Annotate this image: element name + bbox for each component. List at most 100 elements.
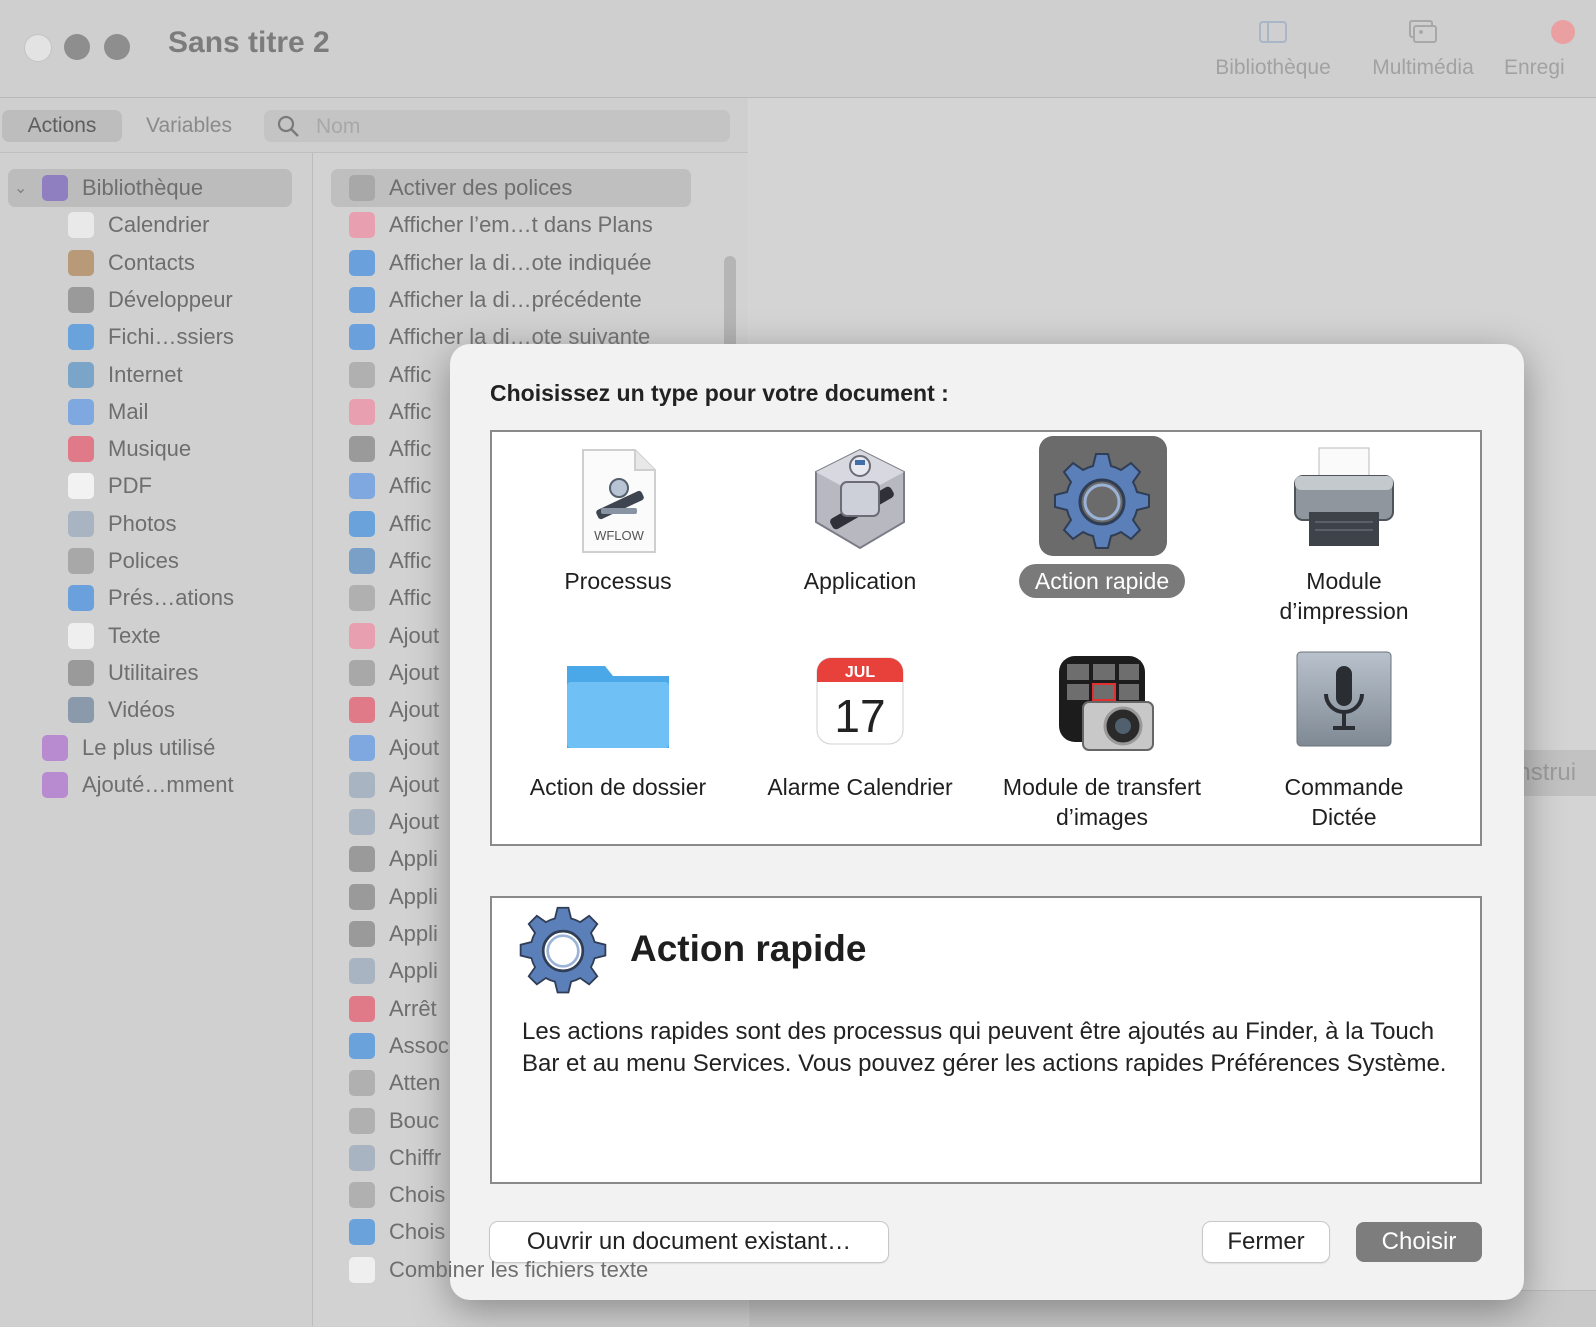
toolbar-record-button[interactable]: Enregi: [1500, 18, 1596, 80]
type-alarme-calendrier[interactable]: JUL 17 Alarme Calendrier: [737, 638, 983, 838]
library-item[interactable]: Vidéos: [0, 691, 312, 727]
library-item-label: Musique: [108, 436, 192, 462]
action-item[interactable]: Afficher la di…précédente: [313, 281, 743, 317]
contacts-icon: [68, 249, 94, 276]
description-box: Action rapide Les actions rapides sont d…: [490, 896, 1482, 1184]
action-item-label: Ajout: [389, 622, 440, 648]
type-label: Alarme Calendrier: [767, 774, 953, 800]
library-item-label: Fichi…ssiers: [108, 324, 234, 350]
library-item[interactable]: Mail: [0, 393, 312, 429]
library-item[interactable]: Utilitaires: [0, 654, 312, 690]
folder-icon: [567, 666, 669, 748]
library-item[interactable]: Fichi…ssiers: [0, 318, 312, 354]
action-icon: [349, 697, 375, 724]
action-item-label: Afficher l’em…t dans Plans: [389, 212, 653, 238]
type-commande-dictee[interactable]: Commande Dictée: [1221, 638, 1467, 838]
library-item-label: Contacts: [108, 249, 195, 275]
library-item[interactable]: PDF: [0, 467, 312, 503]
calendar-day: 17: [834, 690, 885, 742]
developer-icon: [68, 286, 94, 313]
library-item[interactable]: Contacts: [0, 244, 312, 280]
library-item[interactable]: Le plus utilisé: [0, 729, 312, 765]
action-icon: [349, 175, 375, 201]
document-type-sheet: Choisissez un type pour votre document :…: [450, 344, 1524, 1300]
library-item-label: Photos: [108, 510, 177, 536]
library-item[interactable]: Texte: [0, 617, 312, 653]
action-item[interactable]: Afficher l’em…t dans Plans: [313, 206, 743, 242]
type-label: Action de dossier: [529, 774, 707, 800]
action-icon: [349, 921, 375, 947]
tab-actions[interactable]: Actions: [2, 110, 122, 142]
library-item[interactable]: ⌄ Bibliothèque: [0, 169, 312, 207]
library-item-label: Vidéos: [108, 697, 175, 723]
action-item-label: Affic: [389, 585, 432, 611]
type-action-dossier[interactable]: Action de dossier: [495, 638, 741, 838]
library-item-label: Texte: [108, 622, 161, 648]
library-item[interactable]: Ajouté…mment: [0, 766, 312, 802]
finder-icon: [68, 324, 94, 351]
library-item[interactable]: Photos: [0, 505, 312, 541]
sidebar-icon: [1259, 21, 1287, 43]
action-item-label: Affic: [389, 361, 432, 387]
toolbar-media-label: Multimédia: [1372, 56, 1474, 79]
action-icon: [349, 1219, 375, 1246]
action-icon: [349, 1256, 375, 1283]
type-action-rapide[interactable]: Action rapide: [979, 432, 1225, 632]
type-label: Application: [803, 568, 917, 594]
utilities-icon: [68, 659, 94, 686]
library-item[interactable]: Musique: [0, 430, 312, 466]
library-item[interactable]: Prés…ations: [0, 579, 312, 615]
library-item-label: Développeur: [108, 286, 233, 312]
automator-robot-icon: [815, 448, 905, 550]
smart-folder-icon: [42, 771, 68, 798]
description-body: Les actions rapides sont des processus q…: [522, 1018, 1447, 1077]
type-label: Processus: [564, 568, 672, 594]
minimize-window-button[interactable]: [64, 34, 90, 60]
library-item-label: Internet: [108, 361, 183, 387]
close-button[interactable]: Fermer: [1203, 1222, 1329, 1262]
library-item-label: PDF: [108, 473, 152, 499]
action-icon: [349, 510, 375, 537]
library-item-label: Calendrier: [108, 212, 210, 238]
action-item[interactable]: Activer des polices: [313, 169, 743, 207]
action-icon: [349, 958, 375, 985]
action-item-label: Bouc: [389, 1107, 440, 1133]
toolbar-media-button[interactable]: Multimédia: [1348, 18, 1498, 80]
close-window-button[interactable]: [24, 34, 52, 62]
type-processus[interactable]: WFLOW Processus: [495, 432, 741, 632]
action-icon: [349, 622, 375, 649]
keynote-icon: [68, 585, 94, 612]
text-icon: [68, 622, 94, 649]
zoom-window-button[interactable]: [104, 34, 130, 60]
action-icon: [349, 734, 375, 761]
toolbar-library-label: Bibliothèque: [1215, 56, 1331, 79]
choose-button[interactable]: Choisir: [1356, 1222, 1482, 1262]
action-item-label: Appli: [389, 958, 438, 984]
search-input[interactable]: [314, 112, 718, 142]
action-icon: [349, 324, 375, 351]
action-icon: [349, 883, 375, 910]
action-icon: [349, 846, 375, 873]
action-icon: [349, 1144, 375, 1171]
toolbar-library-button[interactable]: Bibliothèque: [1198, 18, 1348, 80]
tab-variables[interactable]: Variables: [134, 110, 244, 142]
library-item[interactable]: Polices: [0, 542, 312, 578]
action-item-label: Arrêt: [389, 995, 437, 1021]
type-transfert-images[interactable]: Module de transfert d’images: [979, 638, 1225, 838]
fonts-icon: [68, 548, 94, 574]
smart-folder-icon: [42, 734, 68, 761]
library-item[interactable]: Calendrier: [0, 206, 312, 242]
type-application[interactable]: Application: [737, 432, 983, 632]
library-item[interactable]: Internet: [0, 356, 312, 392]
search-field[interactable]: [264, 110, 730, 142]
videos-icon: [68, 697, 94, 724]
library-list[interactable]: ⌄ Bibliothèque Calendrier Contacts Développe…: [0, 153, 313, 1326]
chevron-down-icon[interactable]: ⌄: [14, 178, 27, 198]
library-item-label: Prés…ations: [108, 585, 234, 611]
mail-icon: [68, 398, 94, 425]
action-item-label: Ajout: [389, 734, 440, 760]
action-item[interactable]: Afficher la di…ote indiquée: [313, 244, 743, 280]
type-module-impression[interactable]: Module d’impression: [1221, 432, 1467, 632]
type-label: Commande Dictée: [1284, 774, 1404, 830]
library-item[interactable]: Développeur: [0, 281, 312, 317]
